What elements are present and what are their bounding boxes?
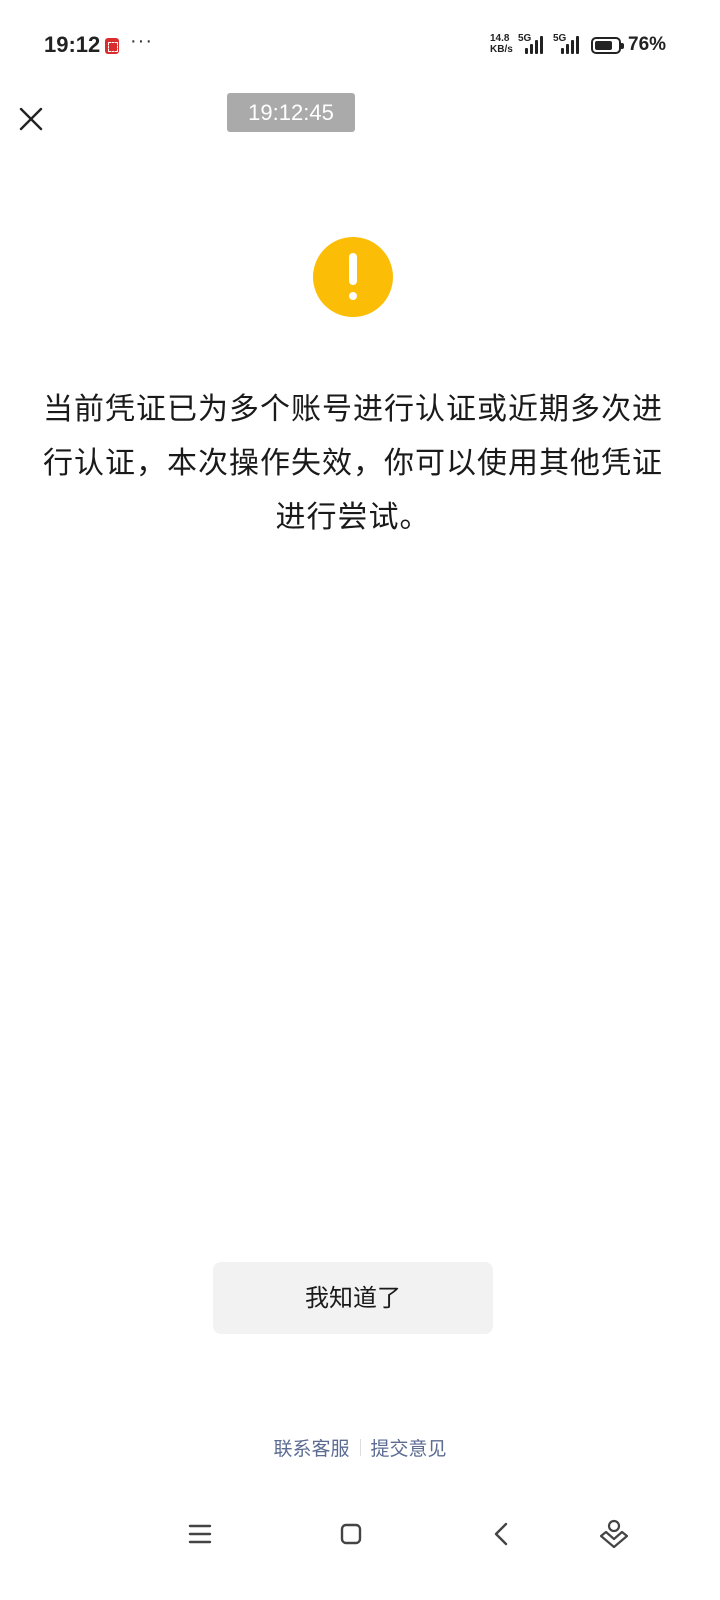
error-message: 当前凭证已为多个账号进行认证或近期多次进行认证，本次操作失效，你可以使用其他凭证… xyxy=(43,392,663,535)
status-time: 19:12 xyxy=(44,32,101,57)
exclamation-circle-icon xyxy=(313,237,393,317)
recent-apps-button[interactable] xyxy=(180,1514,220,1554)
battery-level xyxy=(595,41,612,50)
network-speed-unit: KB/s xyxy=(490,44,513,55)
signal1-bars-icon xyxy=(525,34,547,54)
status-bar: 19:12 ··· 14.8 KB/s 5G 5G 76% xyxy=(0,0,720,92)
assistant-icon xyxy=(599,1519,629,1549)
close-icon xyxy=(19,107,43,131)
close-button[interactable] xyxy=(14,102,48,136)
battery-icon xyxy=(591,37,624,54)
system-nav-bar xyxy=(0,1500,720,1600)
signal2-bars-icon xyxy=(561,34,583,54)
back-button[interactable] xyxy=(482,1514,522,1554)
footer-links: 联系客服 提交意见 xyxy=(0,1432,720,1462)
assistant-button[interactable] xyxy=(594,1514,634,1554)
battery-percent: 76% xyxy=(628,34,667,55)
home-square-icon xyxy=(340,1523,362,1545)
contact-support-link[interactable]: 联系客服 xyxy=(263,1434,359,1461)
timestamp-chip: 19:12:45 xyxy=(227,93,355,132)
app-notification-icon xyxy=(105,38,119,54)
submit-feedback-link[interactable]: 提交意见 xyxy=(361,1434,457,1461)
more-notifications-icon: ··· xyxy=(130,30,153,52)
menu-icon xyxy=(188,1524,212,1544)
back-chevron-icon xyxy=(494,1522,508,1546)
app-screen: 19:12 ··· 14.8 KB/s 5G 5G 76% 19:12:45 当… xyxy=(0,0,720,1600)
home-button[interactable] xyxy=(331,1514,371,1554)
confirm-button[interactable]: 我知道了 xyxy=(213,1262,493,1334)
exclamation-bar xyxy=(349,253,357,285)
exclamation-dot xyxy=(349,292,357,300)
